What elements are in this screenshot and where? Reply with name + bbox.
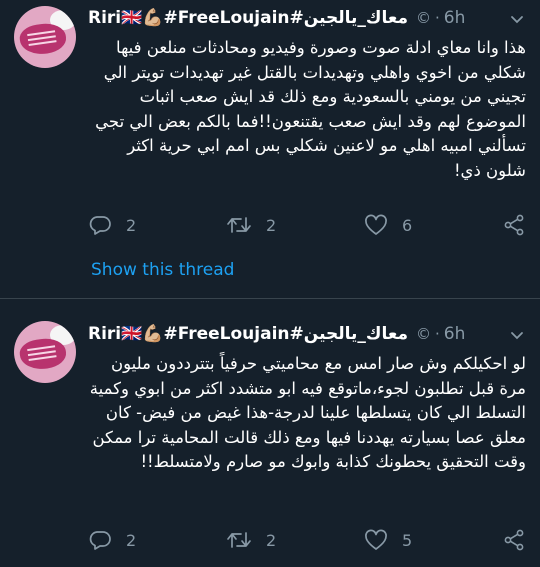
tweet-actions: 2 2 6 xyxy=(88,210,526,240)
retweet-count: 2 xyxy=(266,215,277,235)
reply-count: 2 xyxy=(126,530,137,550)
reply-icon xyxy=(89,531,111,550)
tweet-text: هذا وانا معاي ادلة صوت وصورة وفيديو ومحا… xyxy=(95,38,526,180)
share-button[interactable] xyxy=(502,214,526,236)
reply-count: 2 xyxy=(126,215,137,235)
like-button[interactable]: 5 xyxy=(364,529,464,551)
separator-dot: · xyxy=(435,9,440,27)
reply-button[interactable]: 2 xyxy=(88,214,188,236)
share-icon xyxy=(504,214,524,236)
handle-icon: © xyxy=(416,325,431,343)
display-name[interactable]: Riri🇬🇧💪🏼#FreeLoujain#معاك_يالجين xyxy=(88,324,408,344)
avatar[interactable] xyxy=(14,321,76,383)
share-icon xyxy=(504,529,524,551)
retweet-button[interactable]: 2 xyxy=(226,529,326,551)
like-count: 6 xyxy=(402,215,413,235)
separator-dot: · xyxy=(435,325,440,343)
tweet-text: لو احكيلكم وش صار امس مع محاميتي حرفياً … xyxy=(89,354,526,471)
handle-icon: © xyxy=(416,9,431,27)
display-name[interactable]: Riri🇬🇧💪🏼#FreeLoujain#معاك_يالجين xyxy=(88,8,408,28)
like-icon xyxy=(365,214,387,235)
chevron-down-icon[interactable] xyxy=(506,8,528,30)
share-button[interactable] xyxy=(502,529,526,551)
reply-button[interactable]: 2 xyxy=(88,529,188,551)
retweet-button[interactable]: 2 xyxy=(226,214,326,236)
show-thread-link[interactable]: Show this thread xyxy=(91,260,234,280)
retweet-count: 2 xyxy=(266,530,277,550)
chevron-down-icon[interactable] xyxy=(506,324,528,346)
tweet-header: Riri🇬🇧💪🏼#FreeLoujain#معاك_يالجين © · 6h xyxy=(88,5,500,31)
avatar[interactable] xyxy=(14,6,76,68)
reply-icon xyxy=(89,216,111,235)
retweet-icon xyxy=(227,217,251,233)
like-button[interactable]: 6 xyxy=(364,214,464,236)
timestamp[interactable]: 6h xyxy=(444,8,466,28)
tweet-header: Riri🇬🇧💪🏼#FreeLoujain#معاك_يالجين © · 6h xyxy=(88,321,500,347)
tweet-actions: 2 2 5 xyxy=(88,525,526,555)
timestamp[interactable]: 6h xyxy=(444,324,466,344)
retweet-icon xyxy=(227,532,251,548)
like-count: 5 xyxy=(402,530,413,550)
like-icon xyxy=(365,529,387,550)
